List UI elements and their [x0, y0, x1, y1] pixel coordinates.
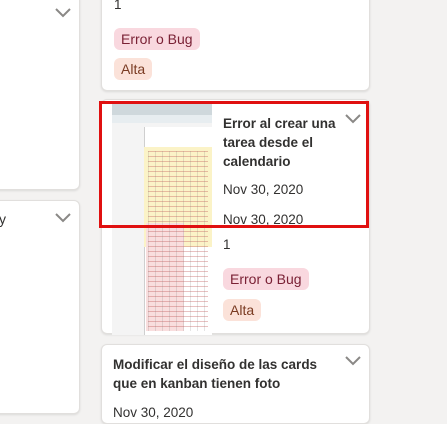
card-title[interactable]: Modificar el diseño de las cards que en …	[113, 355, 343, 393]
chevron-down-icon[interactable]	[344, 113, 362, 125]
card-title[interactable]: Error al crear una tarea desde el calend…	[223, 114, 341, 171]
tag-error-o-bug[interactable]: Error o Bug	[223, 268, 309, 290]
due-date: Nov 30, 2020	[223, 212, 304, 227]
chevron-down-icon[interactable]	[54, 212, 72, 224]
thumbnail-toolbar-secondary	[112, 115, 212, 123]
tag-alta[interactable]: Alta	[114, 58, 153, 80]
task-card-modificar-diseno[interactable]: Modificar el diseño de las cards que en …	[101, 344, 370, 424]
tag-alta[interactable]: Alta	[223, 299, 262, 321]
tag-error-o-bug[interactable]: Error o Bug	[114, 28, 200, 50]
thumbnail-toolbar	[112, 103, 212, 115]
chevron-down-icon[interactable]	[54, 7, 72, 19]
card-title-fragment: y	[0, 211, 6, 227]
thumbnail-columns	[148, 151, 208, 331]
left-card-top[interactable]	[0, 0, 80, 190]
task-card-top[interactable]: 1 Error o Bug Alta	[101, 0, 370, 91]
start-date: Nov 30, 2020	[223, 182, 304, 197]
chevron-down-icon[interactable]	[344, 355, 362, 367]
card-thumbnail-image[interactable]	[112, 103, 212, 335]
checklist-count: 1	[223, 237, 231, 252]
card-date: Nov 30, 2020	[113, 405, 194, 420]
left-card-middle[interactable]: y	[0, 200, 80, 414]
checklist-count: 1	[114, 0, 122, 12]
